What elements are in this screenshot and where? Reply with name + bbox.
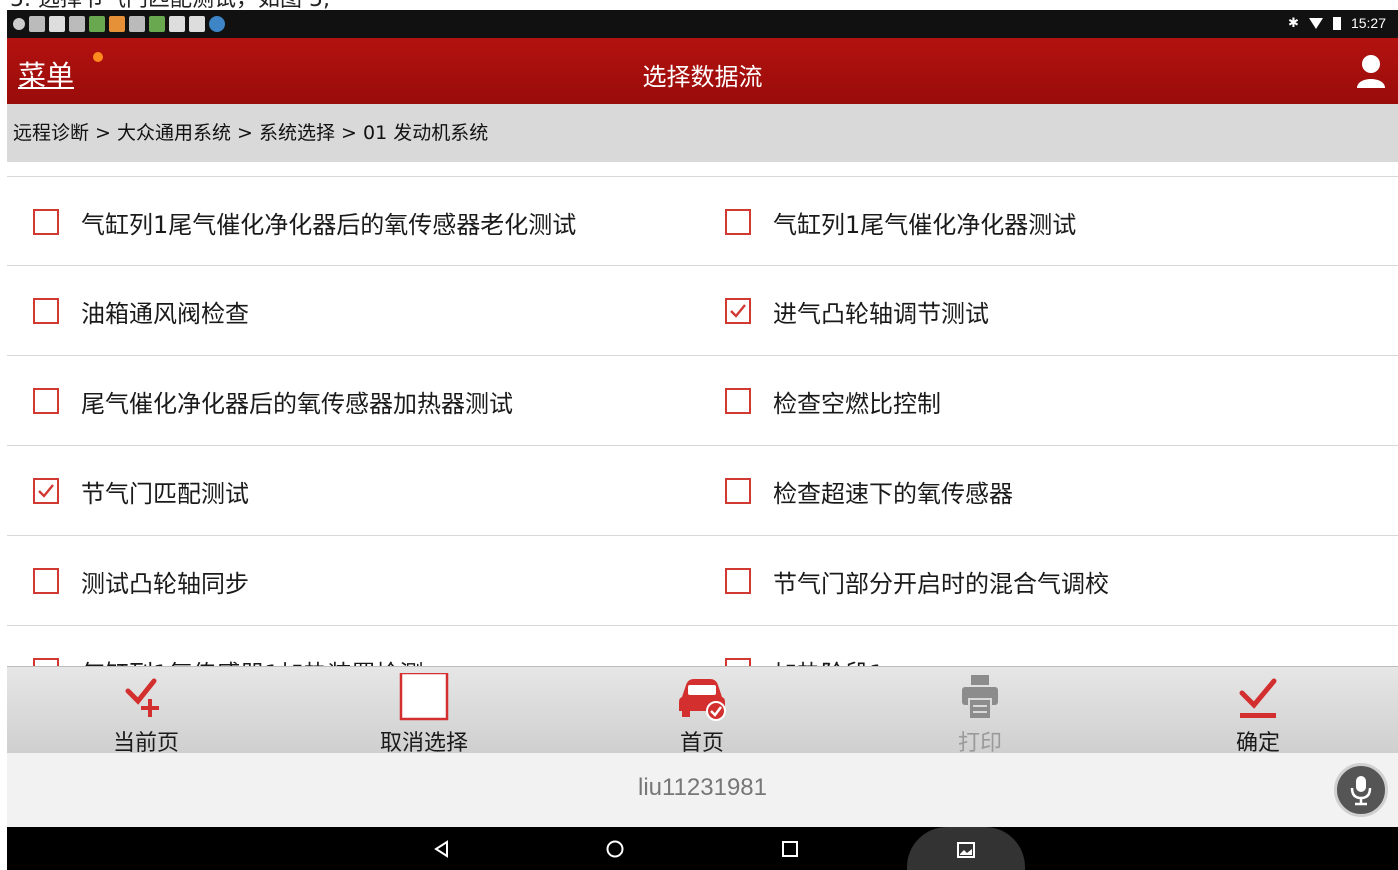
checkbox[interactable] — [33, 568, 59, 594]
bluetooth-icon: ✱ — [1288, 15, 1299, 30]
notification-icon — [49, 16, 65, 32]
list-item-label: 尾气催化净化器后的氧传感器加热器测试 — [81, 389, 513, 418]
list-item[interactable]: 油箱通风阀检查 — [33, 266, 683, 356]
list-item-label: 气缸列1氧传感器1加热装置检测 — [81, 654, 424, 667]
notification-icon — [109, 16, 125, 32]
list-item[interactable]: 进气凸轮轴调节测试 — [725, 266, 1375, 356]
microphone-button[interactable] — [1334, 763, 1388, 817]
data-stream-list: 气缸列1尾气催化净化器后的氧传感器老化测试 气缸列1尾气催化净化器测试油箱通风阀检… — [7, 162, 1398, 666]
home-nav-button[interactable] — [600, 835, 630, 863]
back-button[interactable] — [427, 835, 457, 863]
list-row: 气缸列1氧传感器1加热装置检测 加热阶段1 — [7, 626, 1398, 666]
page-caption: 5. 选择节气门匹配测试，如图 5; — [0, 0, 1398, 10]
screenshot-button[interactable] — [907, 827, 1025, 870]
back-triangle-icon — [434, 840, 448, 858]
confirm-check-icon — [1239, 678, 1277, 718]
battery-icon — [1332, 16, 1341, 30]
notification-icon — [169, 16, 185, 32]
notification-icon — [189, 16, 205, 32]
image-icon — [957, 842, 975, 858]
home-circle-icon — [606, 840, 624, 858]
checkbox[interactable] — [725, 658, 751, 666]
list-row: 尾气催化净化器后的氧传感器加热器测试 检查空燃比控制 — [7, 356, 1398, 446]
list-item-label: 测试凸轮轴同步 — [81, 569, 249, 598]
notification-icon — [69, 16, 85, 32]
notification-icon — [149, 16, 165, 32]
notification-icon — [129, 16, 145, 32]
list-item-label: 气缸列1尾气催化净化器后的氧传感器老化测试 — [81, 210, 577, 239]
list-item[interactable]: 节气门部分开启时的混合气调校 — [725, 536, 1375, 626]
system-nav-bar — [7, 827, 1398, 870]
checkbox[interactable] — [725, 209, 751, 235]
home-button[interactable]: 首页 — [602, 667, 802, 756]
list-item[interactable]: 节气门匹配测试 — [33, 446, 683, 536]
empty-checkbox-icon — [399, 673, 449, 721]
current-page-button[interactable]: 当前页 — [46, 667, 246, 756]
notification-icons — [13, 16, 225, 32]
notification-icon — [29, 16, 45, 32]
list-item[interactable]: 测试凸轮轴同步 — [33, 536, 683, 626]
list-item[interactable]: 气缸列1尾气催化净化器测试 — [725, 177, 1375, 267]
checkbox[interactable] — [33, 658, 59, 666]
clock: 15:27 — [1350, 15, 1386, 31]
list-item[interactable]: 尾气催化净化器后的氧传感器加热器测试 — [33, 356, 683, 446]
checkbox-checked[interactable] — [725, 298, 751, 324]
list-item-label: 油箱通风阀检查 — [81, 299, 249, 328]
checkbox[interactable] — [33, 209, 59, 235]
list-item-label: 节气门匹配测试 — [81, 479, 249, 508]
list-item-label: 气缸列1尾气催化净化器测试 — [773, 210, 1077, 239]
list-item-label: 加热阶段1 — [773, 654, 884, 667]
list-item-label: 检查超速下的氧传感器 — [773, 479, 1013, 508]
notification-icon — [209, 16, 225, 32]
checkbox[interactable] — [725, 478, 751, 504]
recents-square-icon — [782, 841, 798, 857]
username: liu11231981 — [637, 774, 767, 801]
list-row: 油箱通风阀检查 进气凸轮轴调节测试 — [7, 266, 1398, 356]
list-item[interactable]: 气缸列1氧传感器1加热装置检测 — [33, 626, 683, 666]
list-item-label: 进气凸轮轴调节测试 — [773, 299, 989, 328]
user-icon[interactable] — [1356, 54, 1386, 88]
printer-icon — [962, 675, 998, 720]
deselect-button[interactable]: 取消选择 — [324, 667, 524, 756]
list-item[interactable]: 气缸列1尾气催化净化器后的氧传感器老化测试 — [33, 177, 683, 267]
car-home-icon — [679, 679, 726, 721]
page-title: 选择数据流 — [642, 63, 763, 91]
list-row: 气缸列1尾气催化净化器后的氧传感器老化测试 气缸列1尾气催化净化器测试 — [7, 176, 1398, 266]
checkbox[interactable] — [725, 388, 751, 414]
bottom-toolbar: 当前页 取消选择 首页 打印 确定 — [7, 666, 1398, 756]
list-row: 节气门匹配测试 检查超速下的氧传感器 — [7, 446, 1398, 536]
list-item[interactable]: 检查空燃比控制 — [725, 356, 1375, 446]
checkbox[interactable] — [33, 298, 59, 324]
list-row: 测试凸轮轴同步 节气门部分开启时的混合气调校 — [7, 536, 1398, 626]
status-bar: ✱ 15:27 — [7, 10, 1398, 38]
list-item-label: 检查空燃比控制 — [773, 389, 941, 418]
checkbox-checked[interactable] — [33, 478, 59, 504]
checkbox[interactable] — [725, 568, 751, 594]
list-item[interactable]: 检查超速下的氧传感器 — [725, 446, 1375, 536]
microphone-icon — [1350, 776, 1372, 806]
list-item-label: 节气门部分开启时的混合气调校 — [773, 569, 1109, 598]
checkbox[interactable] — [33, 388, 59, 414]
app-window: ✱ 15:27 菜单 选择数据流 远程诊断 > 大众通用系统 > 系统选择 > … — [7, 10, 1398, 870]
list-item[interactable]: 加热阶段1 — [725, 626, 1375, 666]
print-button[interactable]: 打印 — [880, 667, 1080, 756]
notification-icon — [89, 16, 105, 32]
account-bar: liu11231981 — [7, 753, 1398, 827]
wifi-icon — [1308, 17, 1323, 29]
notification-icon — [13, 18, 25, 30]
check-plus-icon — [125, 678, 159, 717]
app-header: 菜单 选择数据流 — [7, 38, 1398, 104]
confirm-button[interactable]: 确定 — [1158, 667, 1358, 756]
recents-button[interactable] — [775, 835, 805, 863]
breadcrumb: 远程诊断 > 大众通用系统 > 系统选择 > 01 发动机系统 — [7, 104, 1398, 162]
